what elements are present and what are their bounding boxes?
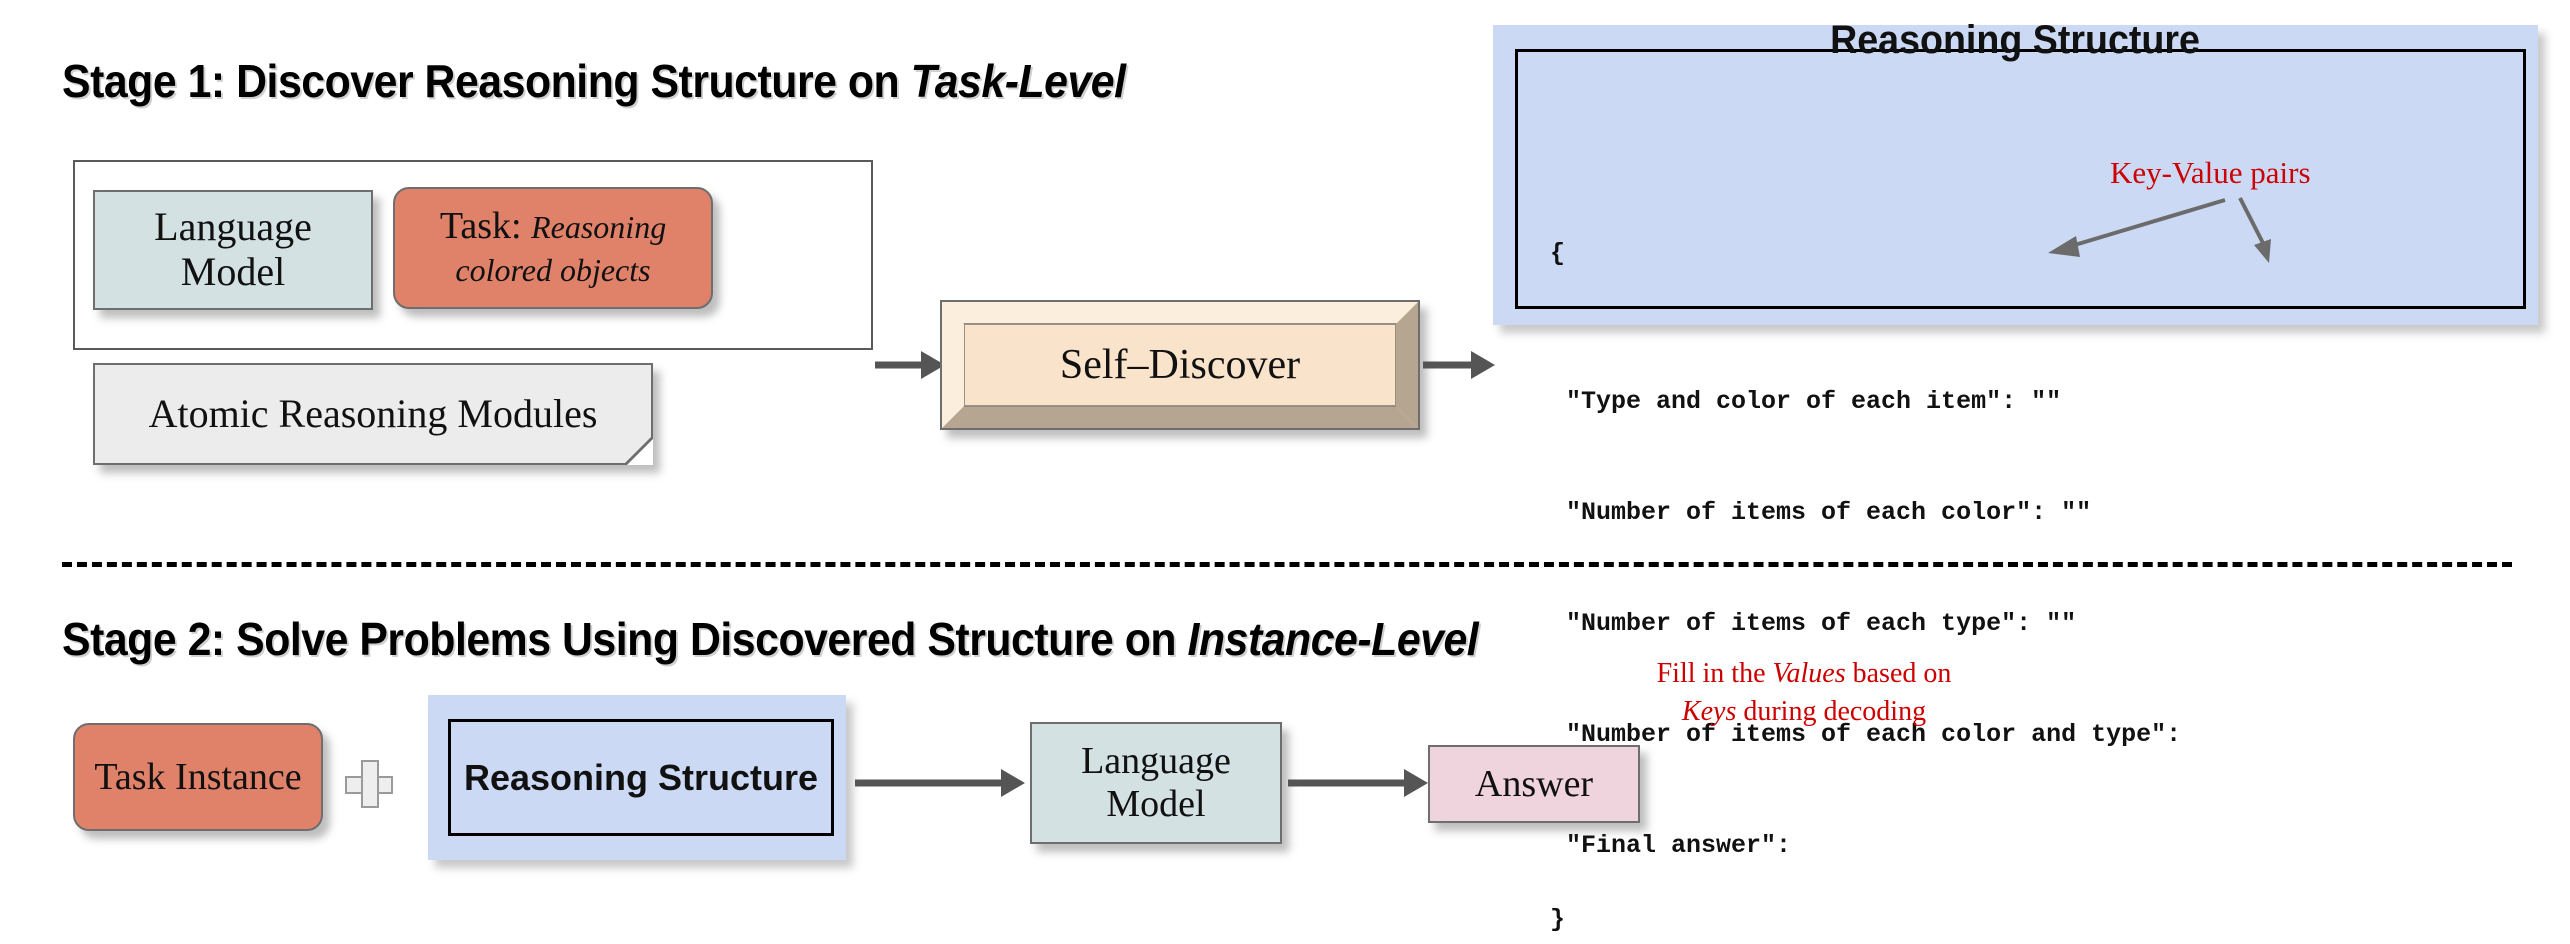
reasoning-structure-box-stage2[interactable]: Reasoning Structure bbox=[428, 695, 846, 860]
stage-1-title-prefix: Stage 1: Discover Reasoning Structure on bbox=[62, 55, 911, 107]
task-value-line2: colored objects bbox=[455, 252, 651, 288]
language-model-line1: Language bbox=[154, 204, 312, 250]
language-model-stage2-line1: Language bbox=[1081, 740, 1231, 783]
atomic-reasoning-modules-label: Atomic Reasoning Modules bbox=[148, 390, 598, 436]
bevel-right bbox=[1396, 302, 1418, 428]
self-discover-label: Self–Discover bbox=[964, 324, 1396, 406]
stage-2-title-prefix: Stage 2: Solve Problems Using Discovered… bbox=[62, 613, 1188, 665]
reasoning-structure-code: { "Type and color of each item": "" "Num… bbox=[1520, 198, 2181, 938]
fill-annotation-part-b: based on bbox=[1845, 658, 1952, 689]
answer-label: Answer bbox=[1474, 762, 1594, 805]
atomic-reasoning-modules-box[interactable]: Atomic Reasoning Modules bbox=[93, 363, 653, 465]
arrow-group-to-self-discover bbox=[875, 351, 945, 379]
folded-corner-icon bbox=[627, 439, 653, 465]
task-label: Task: bbox=[439, 205, 522, 248]
plus-bar-vertical bbox=[361, 760, 379, 808]
task-box[interactable]: Task: Reasoning colored objects bbox=[393, 187, 713, 309]
answer-box[interactable]: Answer bbox=[1428, 745, 1640, 823]
language-model-box-stage2[interactable]: Language Model bbox=[1030, 722, 1282, 844]
fill-annotation-part-a: Fill in the bbox=[1656, 658, 1773, 689]
stage-2-title-emphasis: Instance-Level bbox=[1187, 613, 1479, 665]
task-instance-box[interactable]: Task Instance bbox=[73, 723, 323, 831]
language-model-stage2-line2: Model bbox=[1106, 783, 1206, 825]
arrow-self-discover-to-structure bbox=[1423, 351, 1495, 379]
code-line-4: "Final answer": bbox=[1566, 831, 1792, 860]
code-close-brace: } bbox=[1550, 905, 1566, 934]
bevel-top bbox=[942, 302, 1418, 324]
plus-icon bbox=[345, 760, 393, 808]
fill-annotation-keys: Keys bbox=[1681, 695, 1737, 727]
language-model-box-stage1[interactable]: Language Model bbox=[93, 190, 373, 310]
stage-2-title: Stage 2: Solve Problems Using Discovered… bbox=[62, 612, 1479, 666]
task-value-line1: Reasoning bbox=[531, 209, 667, 246]
stage-1-title: Stage 1: Discover Reasoning Structure on… bbox=[62, 54, 1126, 108]
arrow-language-model-to-answer bbox=[1288, 769, 1428, 797]
fill-annotation-values: Values bbox=[1772, 658, 1846, 689]
reasoning-structure-heading: Reasoning Structure bbox=[1830, 18, 2200, 62]
reasoning-structure-label-stage2: Reasoning Structure bbox=[448, 719, 834, 836]
key-value-pairs-annotation: Key-Value pairs bbox=[2110, 155, 2311, 190]
fill-annotation-part-c: during decoding bbox=[1736, 695, 1927, 727]
annotation-arrow-to-value bbox=[2238, 197, 2271, 263]
task-instance-label: Task Instance bbox=[94, 755, 302, 798]
code-open-brace: { bbox=[1550, 239, 1566, 268]
code-line-2: "Number of items of each type": "" bbox=[1566, 609, 2077, 638]
stage-1-title-emphasis: Task-Level bbox=[910, 55, 1126, 107]
bevel-bottom bbox=[942, 406, 1418, 428]
code-line-0: "Type and color of each item": "" bbox=[1566, 387, 2062, 416]
self-discover-box[interactable]: Self–Discover bbox=[940, 300, 1420, 430]
language-model-line2: Model bbox=[180, 249, 286, 294]
stage-divider bbox=[62, 562, 2512, 567]
bevel-left bbox=[942, 302, 964, 428]
fill-values-annotation: Fill in the Values based on Keys during … bbox=[1634, 655, 1974, 731]
code-line-1: "Number of items of each color": "" bbox=[1566, 498, 2092, 527]
arrow-structure-to-language-model bbox=[855, 769, 1025, 797]
